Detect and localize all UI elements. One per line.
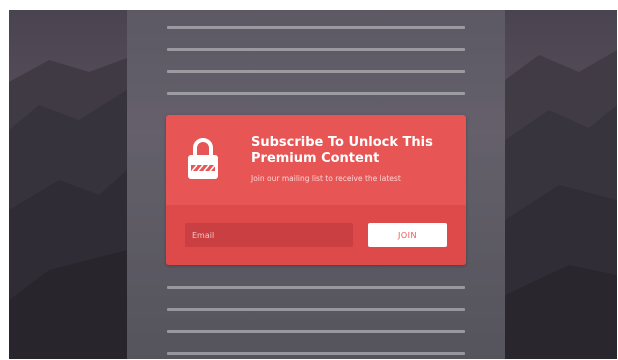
modal-subtitle: Join our mailing list to receive the lat… <box>251 174 401 183</box>
subscribe-form: JOIN <box>166 205 466 265</box>
modal-header: Subscribe To Unlock This Premium Content… <box>166 115 466 205</box>
text-line-placeholder <box>167 308 465 311</box>
join-button[interactable]: JOIN <box>368 223 447 247</box>
subscribe-modal: Subscribe To Unlock This Premium Content… <box>166 115 466 265</box>
email-field[interactable] <box>185 223 353 247</box>
text-line-placeholder <box>167 26 465 29</box>
text-line-placeholder <box>167 330 465 333</box>
lock-icon <box>188 138 218 179</box>
text-line-placeholder <box>167 48 465 51</box>
text-line-placeholder <box>167 70 465 73</box>
background-scene: Subscribe To Unlock This Premium Content… <box>9 10 617 359</box>
modal-title: Subscribe To Unlock This Premium Content <box>251 135 433 166</box>
text-line-placeholder <box>167 286 465 289</box>
text-line-placeholder <box>167 352 465 355</box>
text-line-placeholder <box>167 92 465 95</box>
